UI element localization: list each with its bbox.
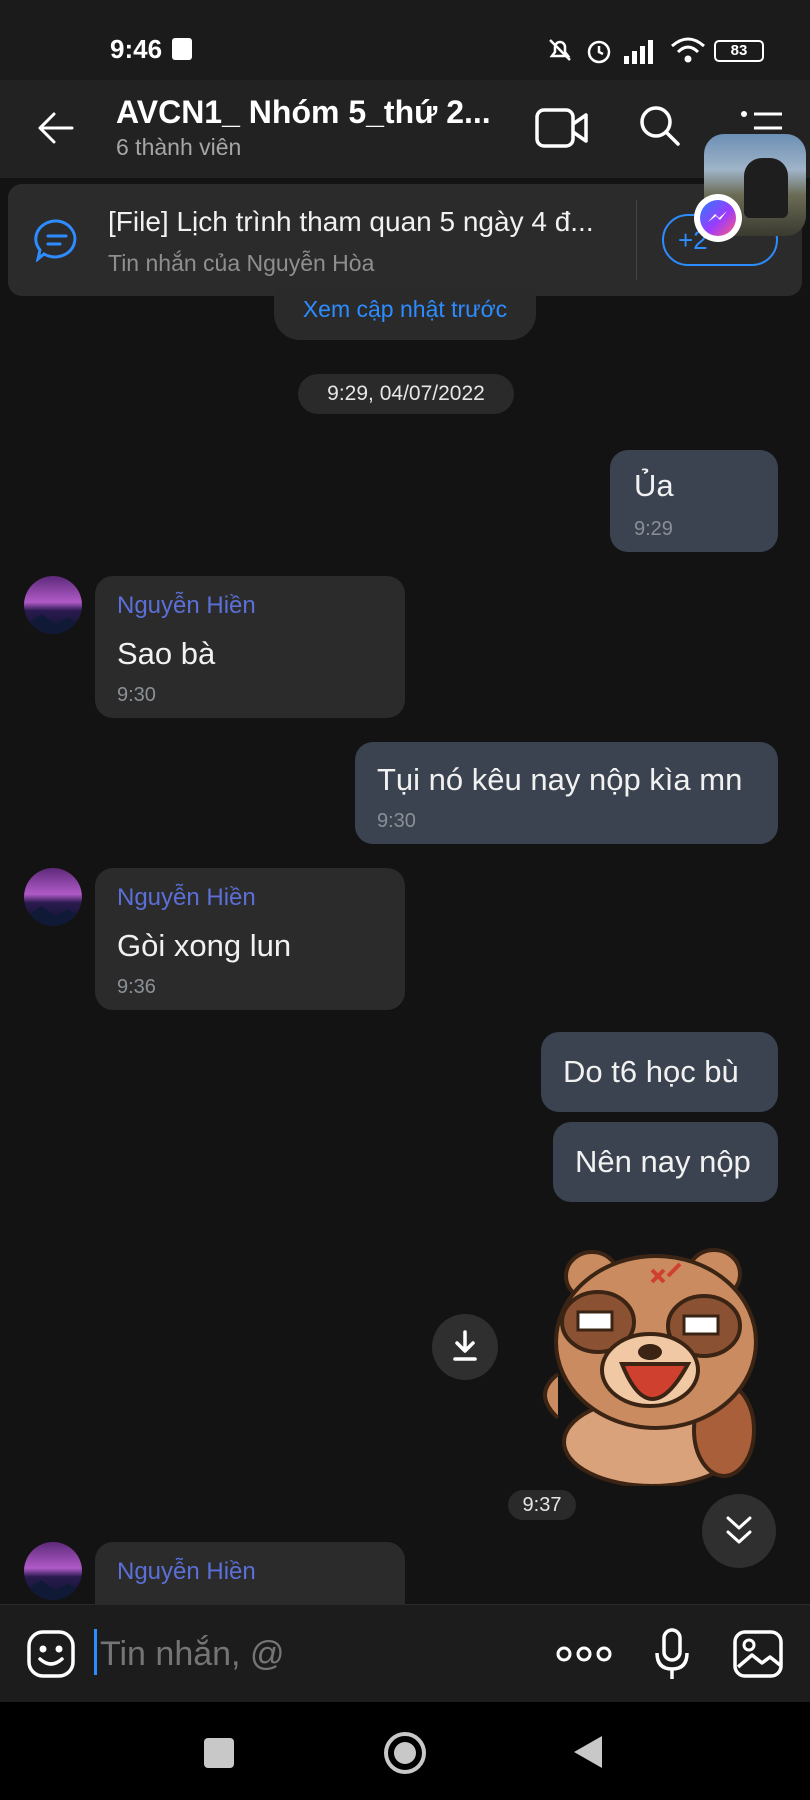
load-previous-button[interactable]: Xem cập nhật trước: [274, 288, 536, 340]
sticker-time-badge: 9:37: [508, 1490, 576, 1520]
message-bubble-incoming[interactable]: Nguyễn Hiền: [95, 1542, 405, 1604]
back-button[interactable]: [572, 1734, 604, 1770]
battery-level: 83: [730, 42, 748, 59]
double-chevron-down-icon: [726, 1516, 752, 1544]
shopping-bag-icon: [172, 38, 192, 60]
status-time: 9:46: [110, 34, 163, 64]
message-bubble-icon: [34, 219, 77, 262]
message-input-bar: [0, 1604, 810, 1703]
message-text: Tụi nó kêu nay nộp kìa mn: [377, 762, 743, 797]
sender-name: Nguyễn Hiền: [117, 884, 256, 911]
message-text: Sao bà: [117, 636, 216, 671]
message-time: 9:36: [117, 976, 156, 998]
pinned-subtitle: Tin nhắn của Nguyễn Hòa: [108, 250, 375, 276]
message-bubble-incoming[interactable]: Nguyễn Hiền Gòi xong lun 9:36: [95, 868, 405, 1010]
sender-name: Nguyễn Hiền: [117, 592, 256, 619]
message-time: 9:30: [377, 810, 416, 832]
scroll-to-bottom-button[interactable]: [702, 1494, 776, 1568]
image-gallery-icon[interactable]: [732, 1629, 784, 1679]
message-text: Do t6 học bù: [563, 1054, 739, 1089]
signal-icon: [624, 40, 653, 64]
message-bubble-outgoing[interactable]: Tụi nó kêu nay nộp kìa mn 9:30: [355, 742, 778, 844]
angry-bear-sticker[interactable]: [538, 1234, 768, 1486]
pinned-message-banner[interactable]: [File] Lịch trình tham quan 5 ngày 4 đ..…: [8, 184, 802, 296]
load-previous-label: Xem cập nhật trước: [302, 296, 508, 322]
status-bar: 9:46 83: [0, 0, 810, 80]
system-nav-bar: [0, 1702, 810, 1800]
wifi-icon: [671, 37, 705, 63]
message-bubble-incoming[interactable]: Nguyễn Hiền Sao bà 9:30: [95, 576, 405, 718]
message-text: Nên nay nộp: [575, 1144, 751, 1179]
avatar[interactable]: [24, 1542, 82, 1600]
message-text: Gòi xong lun: [117, 928, 292, 963]
recents-button[interactable]: [204, 1738, 234, 1768]
messenger-icon: [694, 194, 742, 242]
battery-icon: 83: [714, 40, 764, 62]
avatar[interactable]: [24, 868, 82, 926]
message-time: 9:30: [117, 684, 156, 706]
search-icon[interactable]: [638, 104, 682, 148]
alarm-icon: [587, 40, 611, 64]
chat-header: AVCN1_ Nhóm 5_thứ 2... 6 thành viên: [0, 80, 810, 178]
message-time: 9:37: [522, 1494, 562, 1516]
emoji-sticker-icon[interactable]: [26, 1629, 76, 1679]
date-divider-label: 9:29, 04/07/2022: [327, 382, 485, 405]
message-bubble-outgoing[interactable]: Ủa 9:29: [610, 450, 778, 552]
more-options-icon[interactable]: [556, 1643, 612, 1665]
sender-name: Nguyễn Hiền: [117, 1558, 256, 1585]
date-divider: 9:29, 04/07/2022: [298, 374, 514, 414]
message-time: 9:29: [634, 518, 673, 540]
pinned-title: [File] Lịch trình tham quan 5 ngày 4 đ..…: [108, 206, 594, 237]
chat-title[interactable]: AVCN1_ Nhóm 5_thứ 2...: [116, 94, 491, 131]
home-button[interactable]: [384, 1732, 426, 1774]
member-count[interactable]: 6 thành viên: [116, 134, 241, 161]
message-input[interactable]: [98, 1625, 522, 1683]
microphone-icon[interactable]: [652, 1627, 692, 1683]
message-bubble-outgoing[interactable]: Nên nay nộp: [553, 1122, 778, 1202]
avatar[interactable]: [24, 576, 82, 634]
download-icon: [453, 1330, 477, 1361]
chat-head-photo: [744, 158, 788, 218]
pinned-divider: [636, 200, 637, 280]
message-bubble-outgoing[interactable]: Do t6 học bù: [541, 1032, 778, 1112]
download-sticker-button[interactable]: [432, 1314, 498, 1380]
mute-bell-icon: [549, 39, 571, 61]
message-text: Ủa: [634, 468, 674, 503]
back-arrow-icon[interactable]: [36, 110, 76, 146]
video-call-icon[interactable]: [534, 106, 590, 150]
text-cursor: [94, 1629, 97, 1675]
